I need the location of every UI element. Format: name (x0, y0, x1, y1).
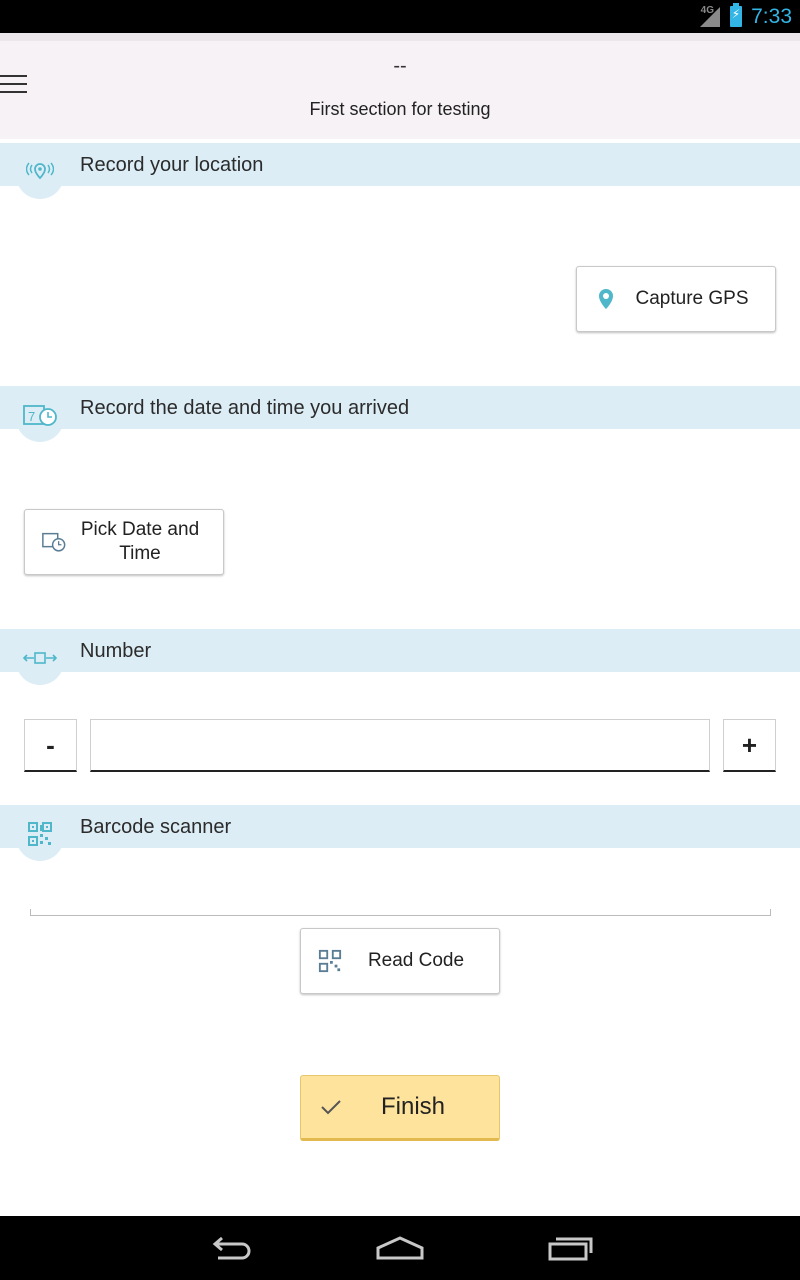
qr-code-icon (16, 807, 64, 861)
section-header-barcode: Barcode scanner (0, 805, 800, 861)
read-code-button[interactable]: Read Code (300, 928, 500, 994)
calendar-clock-icon (41, 529, 67, 555)
barcode-result-field (30, 909, 771, 916)
back-icon[interactable] (200, 1230, 260, 1266)
svg-text:7: 7 (28, 409, 35, 424)
signal-icon (700, 7, 720, 27)
capture-gps-label: Capture GPS (635, 288, 749, 309)
capture-gps-button[interactable]: Capture GPS (576, 266, 776, 332)
number-input[interactable] (90, 719, 710, 772)
finish-label: Finish (380, 1093, 446, 1120)
location-signal-icon (16, 145, 64, 199)
pick-date-time-button[interactable]: Pick Date and Time (24, 509, 224, 575)
header-top-text: -- (393, 55, 407, 77)
page-title: First section for testing (309, 99, 491, 119)
calendar-clock-icon: 7 (16, 388, 64, 442)
status-bar: 4G 7:33 (0, 0, 800, 33)
recents-icon[interactable] (540, 1230, 600, 1266)
section-header-datetime: 7 Record the date and time you arrived (0, 386, 800, 442)
section-label-datetime: Record the date and time you arrived (80, 397, 410, 419)
section-header-location: Record your location (0, 143, 800, 199)
app-header: -- First section for testing (0, 33, 800, 139)
navigation-bar (0, 1216, 800, 1280)
section-label-location: Record your location (80, 154, 264, 176)
pick-date-time-label: Pick Date and Time (80, 519, 200, 564)
gps-pin-icon (593, 286, 619, 312)
status-time: 7:33 (751, 5, 792, 28)
finish-button[interactable]: Finish (300, 1075, 500, 1141)
decrement-button[interactable]: - (24, 719, 77, 772)
battery-icon (730, 3, 742, 27)
section-label-number: Number (80, 640, 152, 662)
section-label-barcode: Barcode scanner (80, 816, 232, 838)
increment-button[interactable]: + (723, 719, 776, 772)
section-header-number: Number (0, 629, 800, 685)
number-range-icon (16, 631, 64, 685)
checkmark-icon (319, 1095, 343, 1119)
qr-code-icon (317, 948, 343, 974)
menu-icon[interactable] (0, 75, 30, 99)
home-icon[interactable] (370, 1230, 430, 1266)
read-code-label: Read Code (367, 950, 465, 971)
